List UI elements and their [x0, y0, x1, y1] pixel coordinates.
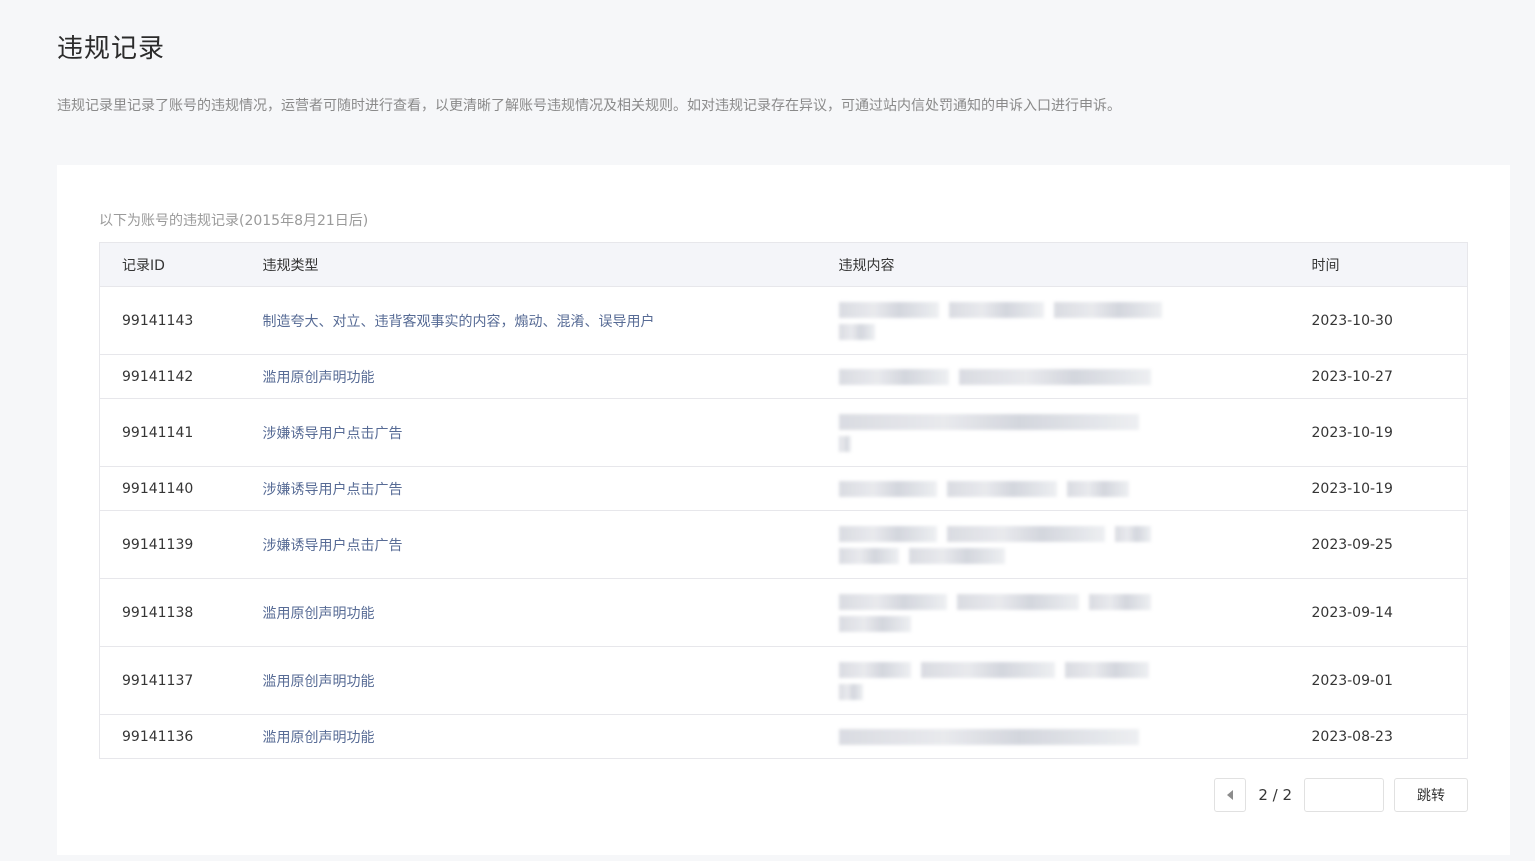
table-row: 99141141 涉嫌诱导用户点击广告 2023-10-19: [99, 398, 1468, 467]
prev-page-button[interactable]: [1214, 778, 1247, 812]
violation-content-blurred: [816, 286, 1290, 355]
header-violation-type: 违规类型: [240, 242, 817, 287]
table-header-row: 记录ID 违规类型 违规内容 时间: [99, 242, 1468, 287]
record-id: 99141143: [99, 286, 241, 355]
record-id: 99141141: [99, 398, 241, 467]
violation-type-link[interactable]: 滥用原创声明功能: [240, 354, 817, 399]
header-record-id: 记录ID: [99, 242, 241, 287]
page-title: 违规记录: [57, 34, 166, 64]
record-time: 2023-09-25: [1289, 510, 1468, 579]
caret-left-icon: [1227, 790, 1234, 800]
record-time: 2023-10-19: [1289, 398, 1468, 467]
violation-table: 记录ID 违规类型 违规内容 时间 99141143 制造夸大、对立、违背客观事…: [99, 242, 1468, 759]
violation-content-blurred: [816, 510, 1290, 579]
record-time: 2023-09-01: [1289, 646, 1468, 715]
record-time: 2023-09-14: [1289, 578, 1468, 647]
violation-type-link[interactable]: 滥用原创声明功能: [240, 578, 817, 647]
violation-content-blurred: [816, 646, 1290, 715]
jump-button[interactable]: 跳转: [1394, 778, 1468, 812]
violation-content-blurred: [816, 398, 1290, 467]
table-row: 99141138 滥用原创声明功能 2023-09-14: [99, 578, 1468, 647]
header-violation-content: 违规内容: [816, 242, 1290, 287]
header-time: 时间: [1289, 242, 1468, 287]
page-description: 违规记录里记录了账号的违规情况，运营者可随时进行查看，以更清晰了解账号违规情况及…: [57, 98, 1121, 114]
violation-content-blurred: [816, 578, 1290, 647]
violation-content-blurred: [816, 714, 1290, 759]
violation-type-link[interactable]: 涉嫌诱导用户点击广告: [240, 466, 817, 511]
violation-type-link[interactable]: 涉嫌诱导用户点击广告: [240, 510, 817, 579]
table-row: 99141137 滥用原创声明功能 2023-09-01: [99, 646, 1468, 715]
record-time: 2023-10-30: [1289, 286, 1468, 355]
violation-type-link[interactable]: 滥用原创声明功能: [240, 714, 817, 759]
records-hint: 以下为账号的违规记录(2015年8月21日后): [99, 213, 369, 229]
table-row: 99141142 滥用原创声明功能 2023-10-27: [99, 354, 1468, 399]
pagination: 2 / 2 跳转: [1214, 778, 1468, 812]
record-time: 2023-10-27: [1289, 354, 1468, 399]
table-row: 99141139 涉嫌诱导用户点击广告 2023-09-25: [99, 510, 1468, 579]
violation-type-link[interactable]: 涉嫌诱导用户点击广告: [240, 398, 817, 467]
record-id: 99141140: [99, 466, 241, 511]
record-time: 2023-10-19: [1289, 466, 1468, 511]
record-id: 99141139: [99, 510, 241, 579]
record-id: 99141138: [99, 578, 241, 647]
table-row: 99141143 制造夸大、对立、违背客观事实的内容，煽动、混淆、误导用户 20…: [99, 286, 1468, 355]
violation-records-card: 以下为账号的违规记录(2015年8月21日后) 记录ID 违规类型 违规内容 时…: [57, 165, 1510, 855]
table-row: 99141140 涉嫌诱导用户点击广告 2023-10-19: [99, 466, 1468, 511]
record-id: 99141142: [99, 354, 241, 399]
page-jump-input[interactable]: [1304, 778, 1384, 812]
page-indicator: 2 / 2: [1258, 786, 1292, 804]
record-id: 99141137: [99, 646, 241, 715]
record-time: 2023-08-23: [1289, 714, 1468, 759]
table-row: 99141136 滥用原创声明功能 2023-08-23: [99, 714, 1468, 759]
violation-type-link[interactable]: 滥用原创声明功能: [240, 646, 817, 715]
record-id: 99141136: [99, 714, 241, 759]
violation-content-blurred: [816, 466, 1290, 511]
violation-content-blurred: [816, 354, 1290, 399]
violation-type-link[interactable]: 制造夸大、对立、违背客观事实的内容，煽动、混淆、误导用户: [240, 286, 817, 355]
